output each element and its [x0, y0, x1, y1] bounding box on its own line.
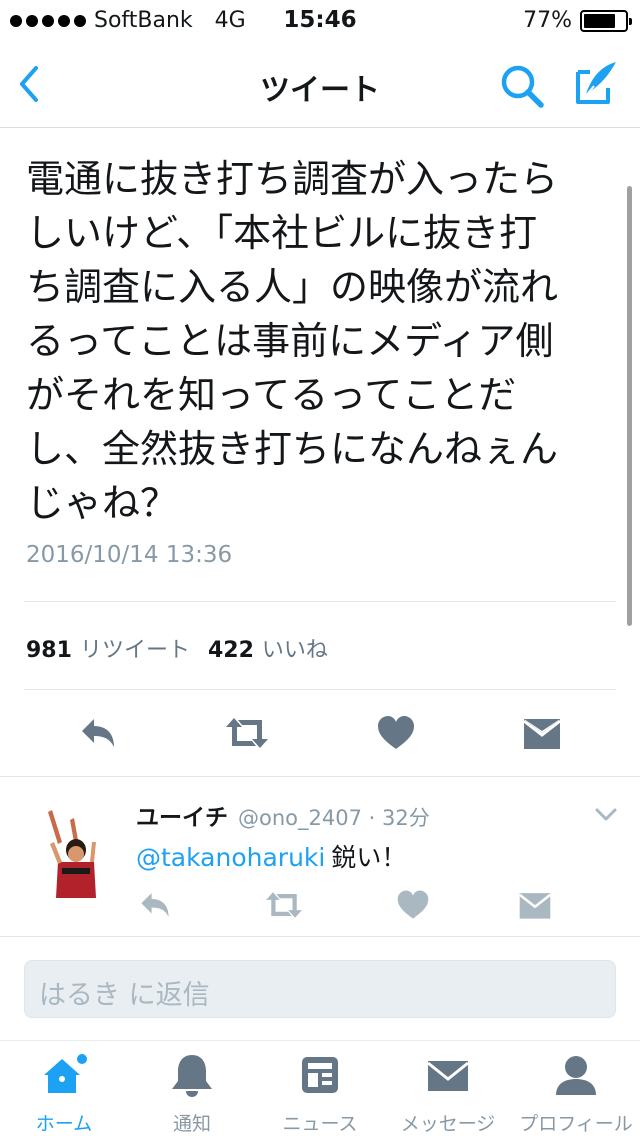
tweet-line: しいけど、「本社ビルに抜き打	[26, 211, 538, 255]
tab-label: プロフィール	[519, 1113, 633, 1135]
tweet-stats: 981 リツイート 422 いいね	[26, 632, 346, 664]
tab-notifications[interactable]: 通知	[128, 1051, 256, 1136]
tab-messages[interactable]: メッセージ	[384, 1051, 512, 1136]
scrollbar[interactable]	[627, 186, 632, 626]
mail-icon	[427, 1061, 469, 1091]
retweet-icon	[226, 718, 268, 748]
reply-reply-button[interactable]	[138, 888, 172, 922]
reply-body: 鋭い！	[331, 843, 407, 872]
status-bar: SoftBank 4G 15:46 77%	[0, 0, 640, 40]
divider	[24, 601, 616, 602]
reply-menu-button[interactable]	[594, 806, 618, 824]
reply-handle-time: @ono_2407 · 32分	[238, 806, 430, 830]
reply-icon	[141, 893, 169, 917]
divider	[0, 936, 640, 937]
tweet-line: じゃね？	[26, 481, 179, 525]
heart-icon	[378, 716, 414, 749]
retweet-button[interactable]	[224, 713, 270, 753]
tab-news[interactable]: ニュース	[256, 1051, 384, 1136]
tab-label: ホーム	[35, 1113, 93, 1135]
tweet-line: し、全然抜き打ちになんねぇん	[26, 427, 559, 471]
tweet-line: 電通に抜き打ち調査が入ったら	[26, 157, 559, 201]
heart-icon	[397, 890, 429, 919]
search-button[interactable]	[498, 62, 546, 110]
like-button[interactable]	[376, 713, 416, 753]
bell-icon	[172, 1055, 212, 1097]
like-count[interactable]: 422	[208, 638, 254, 663]
retweet-count-label[interactable]: リツイート	[80, 632, 190, 664]
reply-input-placeholder: はるき に返信	[39, 980, 210, 1011]
tweet-timestamp: 2016/10/14 13:36	[26, 542, 233, 568]
tweet-line: がそれを知ってるってことだ	[26, 373, 517, 417]
reply-icon	[82, 719, 114, 747]
reply-like-button[interactable]	[396, 888, 430, 922]
dm-button[interactable]	[522, 713, 562, 753]
like-count-label[interactable]: いいね	[262, 632, 328, 664]
reply-author-name[interactable]: ユーイチ	[136, 798, 228, 832]
compose-icon	[576, 62, 616, 104]
retweet-icon	[266, 892, 302, 918]
tab-home[interactable]: ホーム	[0, 1051, 128, 1136]
chevron-down-icon	[595, 808, 617, 821]
tweet-actions	[0, 705, 640, 761]
reply-dm-button[interactable]	[518, 888, 552, 922]
reply-retweet-button[interactable]	[264, 888, 304, 922]
news-icon	[302, 1057, 338, 1093]
tab-label: メッセージ	[400, 1113, 496, 1135]
divider	[0, 776, 640, 777]
tab-profile[interactable]: プロフィール	[512, 1051, 640, 1136]
search-icon	[501, 65, 544, 108]
tweet-line: ち調査に入る人」の映像が流れ	[26, 265, 559, 309]
battery-percent: 77%	[523, 8, 572, 33]
nav-bar: ツイート	[0, 40, 640, 128]
tweet-line: るってことは事前にメディア側	[26, 319, 554, 363]
tweet-text: 電通に抜き打ち調査が入ったら しいけど、「本社ビルに抜き打 ち調査に入る人」の映…	[26, 152, 596, 530]
mention-link[interactable]: @takanoharuki	[136, 843, 325, 872]
divider	[24, 689, 616, 690]
battery-icon	[580, 9, 632, 32]
reply-header: ユーイチ @ono_2407 · 32分	[136, 798, 430, 832]
reply-text: @takanoharuki 鋭い！	[136, 838, 406, 874]
profile-icon	[556, 1056, 596, 1095]
reply-button[interactable]	[78, 713, 118, 753]
retweet-count[interactable]: 981	[26, 638, 72, 663]
tab-bar: ホーム 通知 ニュース メッセージ プロフィール	[0, 1040, 640, 1136]
reply-actions	[0, 884, 640, 924]
home-icon	[44, 1054, 87, 1093]
reply-input[interactable]: はるき に返信	[24, 960, 616, 1018]
compose-button[interactable]	[572, 58, 622, 108]
status-right: 77%	[523, 8, 632, 33]
mail-icon	[523, 719, 561, 749]
tab-label: ニュース	[282, 1113, 358, 1135]
tab-label: 通知	[172, 1113, 211, 1135]
mail-icon	[518, 893, 552, 919]
